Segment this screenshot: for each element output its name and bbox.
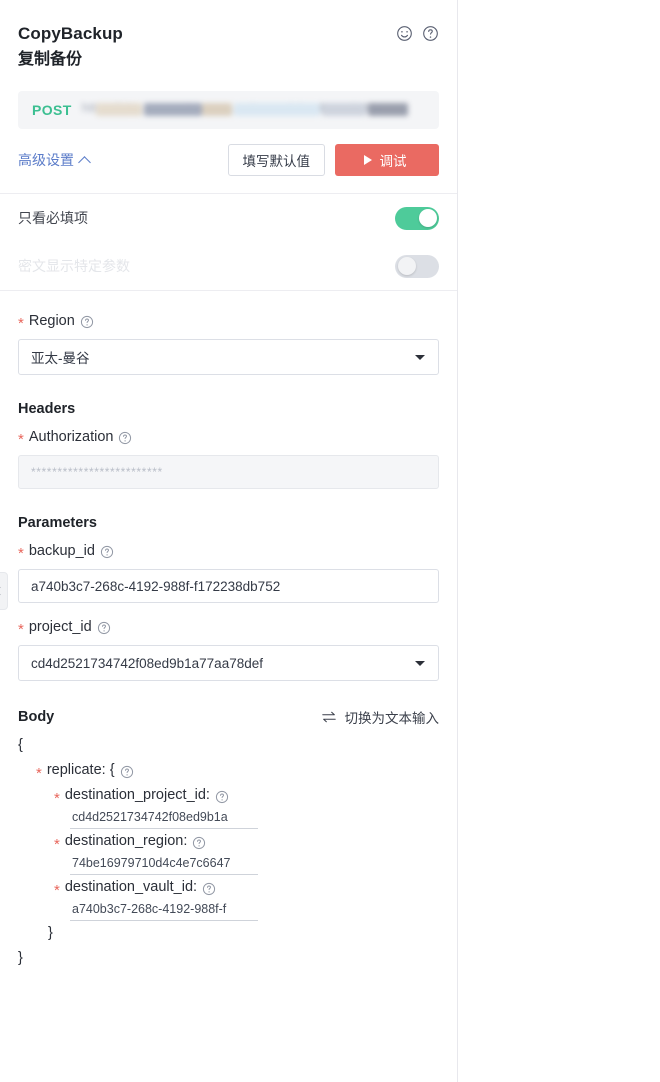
help-circle-icon[interactable]: [118, 431, 132, 445]
json-destination-vault-id-value-row: a740b3c7-268c-4192-988f-f: [18, 900, 439, 921]
json-open-brace: {: [18, 737, 23, 753]
json-destination-region-label: destination_region:: [64, 833, 188, 849]
right-empty-area: [459, 0, 660, 1082]
json-replicate-label: replicate: {: [46, 762, 115, 778]
advanced-settings-label: 高级设置: [18, 152, 74, 168]
header-icon-group: [396, 25, 439, 42]
json-destination-project-id-value-row: cd4d2521734742f08ed9b1a: [18, 808, 439, 829]
region-select[interactable]: 亚太-曼谷: [18, 339, 439, 375]
smiley-icon[interactable]: [396, 25, 413, 42]
region-label-row: * Region: [18, 313, 439, 332]
request-url-bar[interactable]: POST https://vbs.ap-southeast-2.myhuawei…: [18, 91, 439, 129]
headers-section-title: Headers: [18, 401, 76, 417]
swap-arrows-icon: [321, 711, 336, 723]
panel-collapse-handle[interactable]: [0, 572, 8, 610]
switch-to-text-input-button[interactable]: 切换为文本输入: [321, 707, 440, 727]
api-debug-panel: CopyBackup 复制备份 POST 高级设置 填写默认值 调试 只看必填项…: [0, 0, 458, 1082]
destination-project-id-input[interactable]: cd4d2521734742f08ed9b1a: [70, 808, 258, 829]
authorization-input[interactable]: *************************: [18, 455, 439, 489]
required-star: *: [18, 621, 24, 638]
project-id-label: project_id: [28, 619, 92, 635]
help-circle-icon[interactable]: [422, 25, 439, 42]
required-star: *: [54, 835, 60, 853]
api-debug-page: CopyBackup 复制备份 POST 高级设置 填写默认值 调试 只看必填项…: [0, 0, 660, 1082]
parameters-section-title: Parameters: [18, 515, 97, 531]
backup-id-label: backup_id: [28, 543, 95, 559]
chevron-up-icon: [78, 155, 91, 169]
json-destination-vault-id-label: destination_vault_id:: [64, 879, 198, 895]
json-destination-project-id-row: * destination_project_id:: [18, 783, 439, 808]
destination-vault-id-input[interactable]: a740b3c7-268c-4192-988f-f: [70, 900, 258, 921]
required-star: *: [18, 431, 24, 448]
toggle-required-only[interactable]: [395, 206, 439, 230]
body-section-header: Body 切换为文本输入: [18, 707, 439, 727]
chevron-left-icon: [0, 586, 5, 596]
http-method-label: POST: [32, 102, 72, 118]
help-circle-icon[interactable]: [80, 315, 94, 329]
json-destination-vault-id-row: * destination_vault_id:: [18, 875, 439, 900]
project-id-select[interactable]: cd4d2521734742f08ed9b1a77aa78def: [18, 645, 439, 681]
toggle-row-required-only: 只看必填项: [18, 194, 439, 242]
json-close-brace: }: [18, 950, 23, 966]
authorization-label: Authorization: [28, 429, 114, 445]
project-id-label-row: * project_id: [18, 619, 439, 638]
panel-header: CopyBackup 复制备份: [0, 0, 457, 73]
help-circle-icon[interactable]: [97, 621, 111, 635]
debug-button[interactable]: 调试: [335, 144, 439, 176]
page-title: CopyBackup: [18, 24, 123, 43]
project-id-value: cd4d2521734742f08ed9b1a77aa78def: [31, 655, 263, 671]
help-circle-icon[interactable]: [100, 545, 114, 559]
json-destination-region-value-row: 74be16979710d4c4e7c6647: [18, 854, 439, 875]
body-section-title: Body: [18, 709, 55, 725]
chevron-down-icon: [415, 355, 425, 360]
help-circle-icon[interactable]: [120, 765, 134, 779]
play-icon: [363, 155, 372, 165]
toggle-mask-params[interactable]: [395, 254, 439, 278]
help-circle-icon[interactable]: [215, 790, 229, 804]
region-label: Region: [28, 313, 75, 329]
fill-defaults-button[interactable]: 填写默认值: [227, 144, 325, 176]
destination-region-input[interactable]: 74be16979710d4c4e7c6647: [70, 854, 258, 875]
json-destination-region-row: * destination_region:: [18, 829, 439, 854]
required-star: *: [54, 789, 60, 807]
options-toggle-group: 只看必填项 密文显示特定参数: [0, 194, 457, 290]
json-inner-close-brace: }: [48, 925, 53, 941]
page-subtitle: 复制备份: [18, 51, 83, 68]
backup-id-value: a740b3c7-268c-4192-988f-f172238db752: [31, 578, 281, 594]
region-value: 亚太-曼谷: [31, 351, 90, 366]
debug-button-label: 调试: [379, 154, 407, 169]
action-row: 高级设置 填写默认值 调试: [18, 143, 439, 177]
backup-id-label-row: * backup_id: [18, 543, 439, 562]
action-button-group: 填写默认值 调试: [227, 144, 439, 176]
toggle-row-mask-params: 密文显示特定参数: [18, 242, 439, 290]
backup-id-input[interactable]: a740b3c7-268c-4192-988f-f172238db752: [18, 569, 439, 603]
json-replicate-row: * replicate: {: [18, 758, 439, 783]
required-star: *: [18, 545, 24, 562]
request-url-redacted: https://vbs.ap-southeast-2.myhuaweicloud…: [82, 102, 425, 118]
chevron-down-icon: [415, 661, 425, 666]
help-circle-icon[interactable]: [192, 836, 206, 850]
authorization-label-row: * Authorization: [18, 429, 439, 448]
required-star: *: [54, 881, 60, 899]
switch-to-text-input-label: 切换为文本输入: [344, 711, 440, 726]
help-circle-icon[interactable]: [202, 882, 216, 896]
required-star: *: [18, 315, 24, 332]
request-form: * Region 亚太-曼谷 Headers * Authorization *…: [0, 291, 457, 971]
required-star: *: [36, 764, 42, 782]
toggle-label-mask-params: 密文显示特定参数: [18, 258, 130, 274]
authorization-masked-value: *************************: [31, 465, 163, 479]
advanced-settings-toggle[interactable]: 高级设置: [18, 150, 91, 170]
toggle-label-required-only: 只看必填项: [18, 210, 88, 226]
json-destination-project-id-label: destination_project_id:: [64, 787, 210, 803]
